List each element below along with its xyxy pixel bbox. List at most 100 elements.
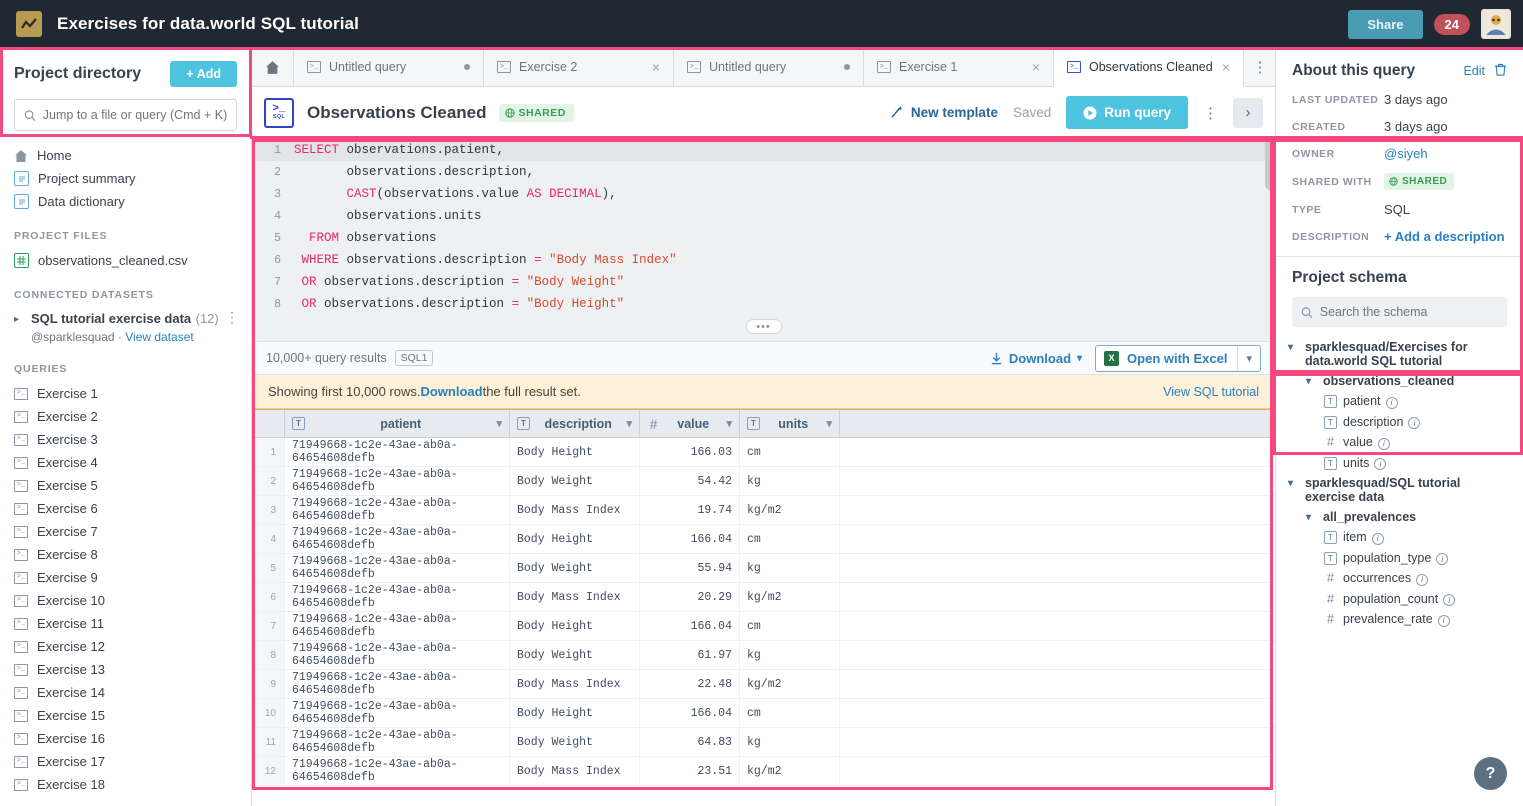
search-input[interactable]: [42, 108, 227, 122]
schema-tree[interactable]: ▾ sparklesquad/Exercises for data.world S…: [1276, 327, 1523, 806]
cell-units[interactable]: cm: [740, 525, 840, 553]
sidebar-item-query-18[interactable]: >_ Exercise 18: [0, 773, 251, 796]
chevron-down-icon[interactable]: ▾: [1306, 376, 1317, 387]
notification-badge[interactable]: 24: [1433, 13, 1470, 35]
chevron-right-icon[interactable]: ▸: [14, 314, 25, 325]
cell-units[interactable]: kg/m2: [740, 670, 840, 698]
share-button[interactable]: Share: [1348, 9, 1423, 39]
cell-units[interactable]: kg: [740, 467, 840, 495]
cell-patient[interactable]: 71949668-1c2e-43ae-ab0a-64654608defb: [285, 525, 510, 553]
info-icon[interactable]: i: [1416, 573, 1429, 586]
cell-value[interactable]: 23.51: [640, 757, 740, 785]
cell-description[interactable]: Body Height: [510, 525, 640, 553]
cell-units[interactable]: kg: [740, 728, 840, 756]
code-line[interactable]: 3 CAST(observations.value AS DECIMAL),: [252, 183, 1275, 205]
sidebar-search[interactable]: [14, 99, 237, 131]
code-text[interactable]: OR observations.description = "Body Heig…: [294, 297, 625, 311]
schema-node[interactable]: Titem i: [1286, 527, 1513, 548]
table-row[interactable]: 10 71949668-1c2e-43ae-ab0a-64654608defb Bo…: [252, 699, 1275, 728]
schema-node[interactable]: # occurrences i: [1286, 568, 1513, 589]
chevron-down-icon[interactable]: ▾: [1288, 342, 1299, 353]
cell-patient[interactable]: 71949668-1c2e-43ae-ab0a-64654608defb: [285, 583, 510, 611]
cell-patient[interactable]: 71949668-1c2e-43ae-ab0a-64654608defb: [285, 728, 510, 756]
table-row[interactable]: 9 71949668-1c2e-43ae-ab0a-64654608defb Bod…: [252, 670, 1275, 699]
schema-node[interactable]: # population_count i: [1286, 589, 1513, 610]
table-row[interactable]: 1 71949668-1c2e-43ae-ab0a-64654608defb Bod…: [252, 438, 1275, 467]
new-template-button[interactable]: New template: [889, 105, 998, 120]
code-line[interactable]: 2 observations.description,: [252, 161, 1275, 183]
cell-patient[interactable]: 71949668-1c2e-43ae-ab0a-64654608defb: [285, 554, 510, 582]
cell-value[interactable]: 19.74: [640, 496, 740, 524]
cell-patient[interactable]: 71949668-1c2e-43ae-ab0a-64654608defb: [285, 641, 510, 669]
results-table[interactable]: Tpatient ▾ Tdescription ▾ # value ▾ Tunits ▾ 1 71…: [252, 409, 1275, 806]
code-line[interactable]: 6 WHERE observations.description = "Body…: [252, 249, 1275, 271]
table-row[interactable]: 12 71949668-1c2e-43ae-ab0a-64654608defb Bo…: [252, 757, 1275, 786]
editor-scrollbar[interactable]: [1265, 140, 1274, 190]
cell-units[interactable]: kg/m2: [740, 496, 840, 524]
cell-value[interactable]: 61.97: [640, 641, 740, 669]
sidebar-item-home[interactable]: Home: [0, 144, 251, 167]
tab-3[interactable]: >_ Untitled query: [674, 48, 864, 86]
schema-node[interactable]: Tunits i: [1286, 453, 1513, 474]
editor-resize-handle[interactable]: •••: [745, 319, 782, 334]
code-text[interactable]: WHERE observations.description = "Body M…: [294, 253, 677, 267]
home-tab[interactable]: [252, 48, 294, 86]
chevron-down-icon[interactable]: ▾: [826, 417, 832, 430]
schema-node[interactable]: Tpatient i: [1286, 391, 1513, 412]
tab-1[interactable]: >_ Untitled query: [294, 48, 484, 86]
table-row[interactable]: 6 71949668-1c2e-43ae-ab0a-64654608defb Bod…: [252, 583, 1275, 612]
info-icon[interactable]: i: [1436, 553, 1449, 565]
sql-editor[interactable]: 1 SELECT observations.patient, 2 observati…: [252, 139, 1275, 341]
code-text[interactable]: SELECT observations.patient,: [294, 143, 504, 157]
table-row[interactable]: 2 71949668-1c2e-43ae-ab0a-64654608defb Bod…: [252, 467, 1275, 496]
sidebar-item-project-summary[interactable]: Project summary: [0, 167, 251, 190]
cell-value[interactable]: 166.03: [640, 438, 740, 466]
schema-node[interactable]: Tdescription i: [1286, 412, 1513, 433]
sidebar-item-query-7[interactable]: >_ Exercise 7: [0, 520, 251, 543]
sidebar-item-query-15[interactable]: >_ Exercise 15: [0, 704, 251, 727]
sidebar-item-data-dictionary[interactable]: Data dictionary: [0, 190, 251, 213]
info-icon[interactable]: i: [1377, 437, 1390, 450]
info-icon[interactable]: i: [1443, 594, 1456, 606]
cell-value[interactable]: 22.48: [640, 670, 740, 698]
table-body[interactable]: 1 71949668-1c2e-43ae-ab0a-64654608defb Bod…: [252, 438, 1275, 786]
run-query-button[interactable]: Run query: [1066, 96, 1188, 129]
code-text[interactable]: observations.units: [294, 209, 482, 223]
close-icon[interactable]: ×: [652, 60, 660, 74]
cell-description[interactable]: Body Weight: [510, 728, 640, 756]
cell-patient[interactable]: 71949668-1c2e-43ae-ab0a-64654608defb: [285, 438, 510, 466]
cell-description[interactable]: Body Mass Index: [510, 583, 640, 611]
sidebar-item-query-1[interactable]: >_ Exercise 1: [0, 382, 251, 405]
view-sql-tutorial-link[interactable]: View SQL tutorial: [1163, 385, 1259, 399]
cell-units[interactable]: kg/m2: [740, 583, 840, 611]
sidebar-item-query-16[interactable]: >_ Exercise 16: [0, 727, 251, 750]
code-line[interactable]: 7 OR observations.description = "Body We…: [252, 271, 1275, 293]
cell-units[interactable]: kg: [740, 641, 840, 669]
cell-patient[interactable]: 71949668-1c2e-43ae-ab0a-64654608defb: [285, 467, 510, 495]
cell-description[interactable]: Body Weight: [510, 554, 640, 582]
sidebar-item-query-3[interactable]: >_ Exercise 3: [0, 428, 251, 451]
cell-value[interactable]: 54.42: [640, 467, 740, 495]
owner-link[interactable]: @siyeh: [1384, 146, 1428, 161]
table-row[interactable]: 8 71949668-1c2e-43ae-ab0a-64654608defb Bod…: [252, 641, 1275, 670]
info-icon[interactable]: i: [1371, 532, 1384, 545]
kebab-menu-icon[interactable]: ⋮: [1203, 104, 1218, 122]
cell-description[interactable]: Body Mass Index: [510, 496, 640, 524]
chevron-down-icon[interactable]: ▾: [626, 417, 632, 430]
column-header-value[interactable]: # value ▾: [640, 410, 740, 437]
download-button[interactable]: Download ▾: [990, 351, 1082, 366]
sidebar-item-query-11[interactable]: >_ Exercise 11: [0, 612, 251, 635]
cell-patient[interactable]: 71949668-1c2e-43ae-ab0a-64654608defb: [285, 757, 510, 785]
sidebar-item-query-10[interactable]: >_ Exercise 10: [0, 589, 251, 612]
cell-units[interactable]: kg/m2: [740, 757, 840, 785]
notice-download-link[interactable]: Download: [420, 384, 482, 399]
schema-node[interactable]: # prevalence_rate i: [1286, 609, 1513, 630]
table-row[interactable]: 4 71949668-1c2e-43ae-ab0a-64654608defb Bod…: [252, 525, 1275, 554]
chevron-down-icon[interactable]: ▾: [1306, 512, 1317, 523]
schema-node[interactable]: ▾ all_prevalences: [1286, 507, 1513, 527]
code-text[interactable]: observations.description,: [294, 165, 535, 179]
column-header-patient[interactable]: Tpatient ▾: [285, 410, 510, 437]
close-icon[interactable]: ×: [1222, 60, 1230, 74]
tab-4[interactable]: >_ Exercise 1 ×: [864, 48, 1054, 86]
sidebar-item-query-6[interactable]: >_ Exercise 6: [0, 497, 251, 520]
